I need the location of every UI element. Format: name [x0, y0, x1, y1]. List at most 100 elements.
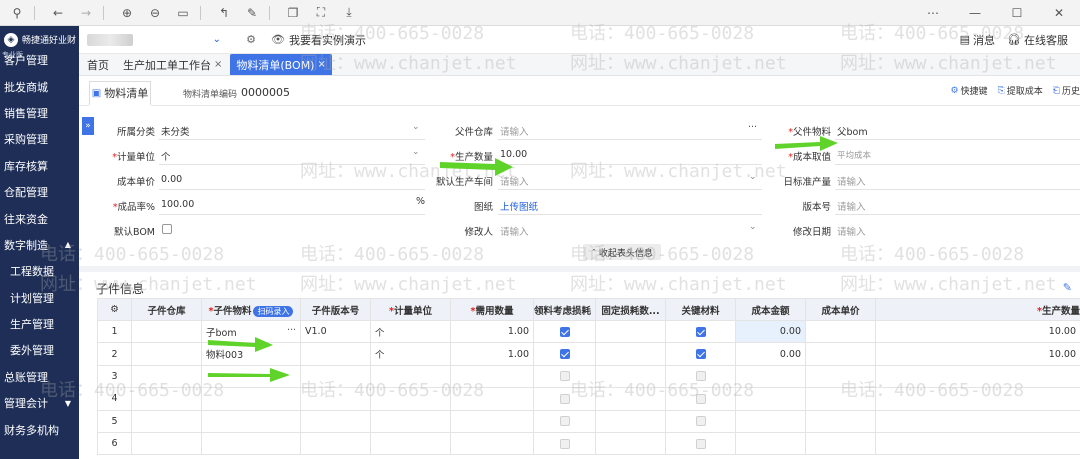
settings-gear-icon[interactable]: ⚙: [243, 33, 259, 46]
tab-bom[interactable]: ▣ 物料清单: [89, 81, 151, 106]
forward-icon[interactable]: →: [75, 2, 97, 24]
download-icon[interactable]: ⤓: [338, 2, 360, 24]
warehouse-cell[interactable]: [131, 387, 202, 411]
key-material-checkbox[interactable]: [695, 416, 706, 427]
cost-price-cell[interactable]: [805, 342, 876, 366]
version-cell[interactable]: [300, 387, 371, 411]
unit-cell[interactable]: [370, 431, 451, 456]
sidebar-item[interactable]: 数字制造 ▲: [0, 232, 79, 258]
column-header[interactable]: 成本单价: [805, 298, 876, 321]
sidebar-item[interactable]: 管理会计 ▼: [0, 390, 79, 416]
warehouse-cell[interactable]: [131, 342, 202, 366]
cost-price-cell[interactable]: [805, 387, 876, 411]
cost-price-cell[interactable]: [805, 431, 876, 456]
column-header[interactable]: *计量单位: [370, 298, 451, 321]
demo-link[interactable]: 👁︎ 我要看实例演示: [271, 32, 366, 48]
more-options-icon[interactable]: ···: [748, 122, 757, 133]
parent-material-value[interactable]: 父bom: [837, 124, 868, 138]
scan-icon[interactable]: ⛶: [310, 2, 332, 24]
unit-value[interactable]: 个: [161, 149, 171, 163]
sidebar-item[interactable]: 工程数据: [0, 258, 79, 284]
cost-method-select[interactable]: 平均成本: [837, 149, 871, 161]
material-cell[interactable]: 子bom ···: [201, 319, 301, 344]
collapse-header-button[interactable]: ⌃ 收起表头信息: [583, 244, 661, 260]
minimize-icon[interactable]: —: [960, 2, 990, 24]
production-qty-cell[interactable]: [875, 409, 1080, 433]
material-cell[interactable]: [201, 409, 301, 433]
column-settings-icon[interactable]: ⚙: [110, 304, 119, 315]
qty-cell[interactable]: 1.00: [450, 342, 534, 366]
loss-checkbox[interactable]: [559, 349, 570, 360]
column-header[interactable]: *生产数量: [875, 298, 1080, 321]
loss-checkbox[interactable]: [559, 438, 570, 449]
key-material-checkbox[interactable]: [695, 349, 706, 360]
chevron-down-icon[interactable]: ⌄: [749, 172, 757, 182]
production-qty-cell[interactable]: [875, 387, 1080, 411]
version-cell[interactable]: [300, 342, 371, 366]
caret-icon[interactable]: ▲: [65, 240, 71, 249]
table-row[interactable]: 6: [97, 431, 1080, 456]
material-cell[interactable]: [201, 364, 301, 389]
scan-entry-button[interactable]: 扫码录入: [253, 305, 294, 317]
qty-cell[interactable]: [450, 364, 534, 389]
production-qty-cell[interactable]: [875, 364, 1080, 389]
column-settings-header[interactable]: ⚙: [97, 298, 132, 321]
column-header[interactable]: *子件物料 扫码录入: [201, 298, 301, 321]
loss-checkbox[interactable]: [559, 326, 570, 337]
upload-drawing-link[interactable]: 上传图纸: [500, 199, 538, 213]
fixed-loss-cell[interactable]: [595, 431, 666, 456]
cost-amount-cell[interactable]: 0.00: [735, 342, 806, 366]
key-material-checkbox[interactable]: [695, 371, 706, 382]
table-row[interactable]: 5: [97, 409, 1080, 433]
production-qty-cell[interactable]: 10.00: [875, 342, 1080, 366]
loss-checkbox[interactable]: [559, 371, 570, 382]
cost-amount-cell[interactable]: [735, 364, 806, 389]
page-tab[interactable]: 首页: [81, 54, 115, 75]
loss-checkbox[interactable]: [559, 416, 570, 427]
table-row[interactable]: 1 子bom ··· V1.0 个 1.00 0.00 10.00: [97, 319, 1080, 344]
material-cell[interactable]: 物料003: [201, 342, 301, 366]
support-button[interactable]: 🎧︎ 在线客服: [1007, 32, 1068, 48]
page-tab[interactable]: 生产加工单工作台 ×: [117, 54, 228, 75]
sidebar-item[interactable]: 财务多机构: [0, 416, 79, 442]
column-header[interactable]: 子件仓库: [131, 298, 202, 321]
table-row[interactable]: 2 物料003 个 1.00 0.00 10.00: [97, 342, 1080, 366]
close-tab-icon[interactable]: ×: [214, 59, 222, 70]
close-tab-icon[interactable]: ×: [317, 59, 325, 70]
close-icon[interactable]: ✕: [1044, 2, 1074, 24]
extract-cost-button[interactable]: ⎘ 提取成本: [998, 84, 1043, 98]
sidebar-item[interactable]: 生产管理: [0, 311, 79, 337]
cost-amount-cell[interactable]: 0.00: [735, 319, 806, 344]
zoom-in-icon[interactable]: ⊕: [116, 2, 138, 24]
qty-cell[interactable]: [450, 409, 534, 433]
column-header[interactable]: 关键材料: [665, 298, 736, 321]
sidebar-item[interactable]: 销售管理: [0, 100, 79, 126]
key-material-checkbox[interactable]: [695, 393, 706, 404]
qty-cell[interactable]: 1.00: [450, 319, 534, 344]
org-selector[interactable]: ⌄: [87, 30, 237, 50]
chevron-down-icon[interactable]: ⌄: [213, 34, 221, 45]
qty-cell[interactable]: [450, 387, 534, 411]
material-cell[interactable]: [201, 431, 301, 456]
cost-amount-cell[interactable]: [735, 431, 806, 456]
unit-cell[interactable]: [370, 409, 451, 433]
parent-warehouse-input[interactable]: 请输入: [500, 124, 529, 138]
material-cell[interactable]: [201, 387, 301, 411]
fixed-loss-cell[interactable]: [595, 409, 666, 433]
warehouse-cell[interactable]: [131, 319, 202, 344]
copy-icon[interactable]: ❐: [282, 2, 304, 24]
maximize-icon[interactable]: ☐: [1002, 2, 1032, 24]
history-button[interactable]: ⎗ 历史: [1053, 84, 1080, 98]
column-header[interactable]: 固定损耗数...: [595, 298, 666, 321]
more-options-icon[interactable]: ···: [287, 325, 296, 336]
column-header[interactable]: *需用数量: [450, 298, 534, 321]
shortcut-button[interactable]: ⚙ 快捷键: [950, 84, 987, 98]
sidebar-item[interactable]: 采购管理: [0, 126, 79, 152]
fixed-loss-cell[interactable]: [595, 387, 666, 411]
unit-cell[interactable]: [370, 387, 451, 411]
fixed-loss-cell[interactable]: [595, 319, 666, 344]
production-qty-cell[interactable]: [875, 431, 1080, 456]
cost-price-cell[interactable]: [805, 409, 876, 433]
unit-cell[interactable]: [370, 364, 451, 389]
version-cell[interactable]: V1.0: [300, 319, 371, 344]
